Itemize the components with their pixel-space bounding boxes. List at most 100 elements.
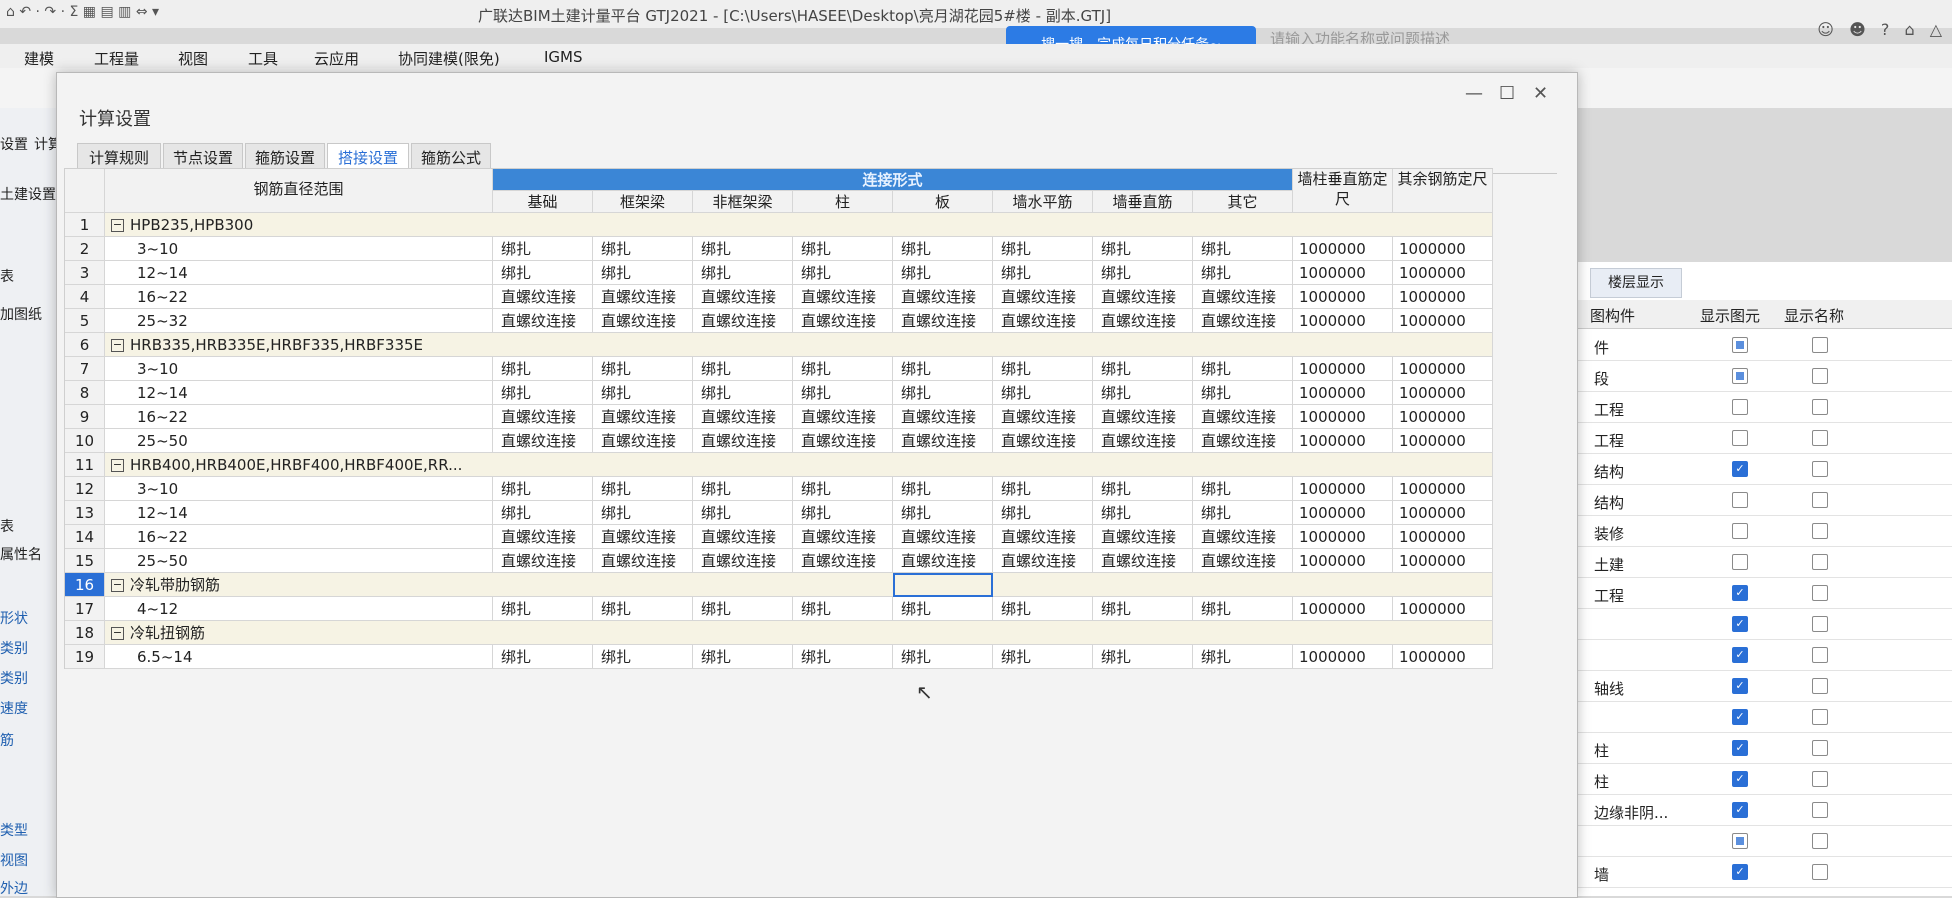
show-name-checkbox[interactable]	[1812, 368, 1828, 384]
menu-view[interactable]: 视图	[178, 48, 208, 69]
collapse-icon[interactable]: △	[1930, 20, 1942, 39]
connection-cell[interactable]: 绑扎	[793, 357, 893, 381]
left-label[interactable]: 加图纸	[0, 304, 42, 324]
show-name-checkbox[interactable]	[1812, 492, 1828, 508]
other-length-cell[interactable]: 1000000	[1393, 309, 1493, 333]
row-number[interactable]: 10	[65, 429, 105, 453]
layer-row[interactable]: 段	[1560, 361, 1952, 392]
connection-cell[interactable]: 绑扎	[793, 237, 893, 261]
connection-cell[interactable]: 直螺纹连接	[593, 549, 693, 573]
menu-quantity[interactable]: 工程量	[94, 48, 139, 69]
show-name-checkbox[interactable]	[1812, 864, 1828, 880]
row-number[interactable]: 8	[65, 381, 105, 405]
connection-cell[interactable]: 绑扎	[993, 237, 1093, 261]
connection-cell[interactable]: 直螺纹连接	[693, 549, 793, 573]
connection-cell[interactable]: 绑扎	[893, 477, 993, 501]
show-element-checkbox[interactable]	[1732, 554, 1748, 570]
row-number[interactable]: 17	[65, 597, 105, 621]
connection-cell[interactable]: 直螺纹连接	[893, 309, 993, 333]
layer-row[interactable]: 轴线 ✓	[1560, 671, 1952, 702]
layer-row[interactable]	[1560, 826, 1952, 857]
layer-row[interactable]: 墙 ✓	[1560, 857, 1952, 888]
connection-cell[interactable]: 直螺纹连接	[1093, 309, 1193, 333]
layer-row[interactable]: 结构	[1560, 485, 1952, 516]
selected-cell[interactable]	[893, 573, 993, 597]
connection-cell[interactable]: 绑扎	[493, 597, 593, 621]
connection-cell[interactable]: 直螺纹连接	[593, 525, 693, 549]
show-name-checkbox[interactable]	[1812, 771, 1828, 787]
connection-cell[interactable]: 直螺纹连接	[793, 405, 893, 429]
connection-cell[interactable]: 直螺纹连接	[1193, 525, 1293, 549]
connection-cell[interactable]: 直螺纹连接	[493, 549, 593, 573]
connection-cell[interactable]: 绑扎	[1093, 501, 1193, 525]
row-number[interactable]: 5	[65, 309, 105, 333]
connection-cell[interactable]: 绑扎	[493, 261, 593, 285]
row-number[interactable]: 14	[65, 525, 105, 549]
connection-cell[interactable]: 绑扎	[1193, 381, 1293, 405]
layer-row[interactable]: ✓	[1560, 702, 1952, 733]
other-length-cell[interactable]: 1000000	[1393, 501, 1493, 525]
show-element-checkbox[interactable]: ✓	[1732, 616, 1748, 632]
collapse-icon[interactable]: −	[111, 459, 124, 472]
show-element-checkbox[interactable]	[1732, 368, 1748, 384]
connection-cell[interactable]: 绑扎	[493, 501, 593, 525]
menu-igms[interactable]: IGMS	[544, 48, 583, 66]
show-element-checkbox[interactable]: ✓	[1732, 740, 1748, 756]
collapse-icon[interactable]: −	[111, 627, 124, 640]
other-length-cell[interactable]: 1000000	[1393, 285, 1493, 309]
layer-row[interactable]: 柱 ✓	[1560, 733, 1952, 764]
connection-cell[interactable]: 绑扎	[493, 357, 593, 381]
connection-cell[interactable]: 绑扎	[893, 237, 993, 261]
connection-cell[interactable]: 直螺纹连接	[1093, 285, 1193, 309]
wall-length-cell[interactable]: 1000000	[1293, 261, 1393, 285]
wall-length-cell[interactable]: 1000000	[1293, 381, 1393, 405]
connection-cell[interactable]: 绑扎	[1093, 381, 1193, 405]
connection-cell[interactable]: 直螺纹连接	[493, 309, 593, 333]
show-name-checkbox[interactable]	[1812, 399, 1828, 415]
connection-cell[interactable]: 直螺纹连接	[493, 285, 593, 309]
connection-cell[interactable]: 绑扎	[693, 357, 793, 381]
connection-cell[interactable]: 绑扎	[993, 477, 1093, 501]
connection-cell[interactable]: 绑扎	[993, 381, 1093, 405]
connection-cell[interactable]: 绑扎	[893, 645, 993, 669]
connection-cell[interactable]: 绑扎	[1193, 237, 1293, 261]
row-number[interactable]: 19	[65, 645, 105, 669]
skin-icon[interactable]: ⌂	[1904, 20, 1914, 39]
layer-row[interactable]: 柱 ✓	[1560, 764, 1952, 795]
connection-cell[interactable]: 直螺纹连接	[1093, 549, 1193, 573]
show-element-checkbox[interactable]: ✓	[1732, 802, 1748, 818]
other-length-cell[interactable]: 1000000	[1393, 381, 1493, 405]
connection-cell[interactable]: 绑扎	[493, 477, 593, 501]
left-label[interactable]: 表	[0, 266, 14, 286]
layer-row[interactable]: 工程 ✓	[1560, 578, 1952, 609]
layer-row[interactable]: 边缘非阴... ✓	[1560, 795, 1952, 826]
show-name-checkbox[interactable]	[1812, 554, 1828, 570]
wall-length-cell[interactable]: 1000000	[1293, 309, 1393, 333]
show-element-checkbox[interactable]: ✓	[1732, 678, 1748, 694]
wall-length-cell[interactable]: 1000000	[1293, 597, 1393, 621]
show-name-checkbox[interactable]	[1812, 337, 1828, 353]
face-icon[interactable]: ☻	[1849, 20, 1866, 39]
row-number[interactable]: 1	[65, 213, 105, 237]
connection-cell[interactable]: 绑扎	[793, 261, 893, 285]
connection-cell[interactable]: 直螺纹连接	[993, 309, 1093, 333]
other-length-cell[interactable]: 1000000	[1393, 429, 1493, 453]
connection-cell[interactable]: 绑扎	[493, 645, 593, 669]
left-label[interactable]: 表	[0, 516, 14, 536]
connection-cell[interactable]: 直螺纹连接	[793, 549, 893, 573]
connection-cell[interactable]: 直螺纹连接	[793, 525, 893, 549]
wall-length-cell[interactable]: 1000000	[1293, 549, 1393, 573]
wall-length-cell[interactable]: 1000000	[1293, 237, 1393, 261]
connection-cell[interactable]: 绑扎	[693, 597, 793, 621]
connection-cell[interactable]: 绑扎	[793, 501, 893, 525]
show-element-checkbox[interactable]: ✓	[1732, 647, 1748, 663]
other-length-cell[interactable]: 1000000	[1393, 477, 1493, 501]
connection-cell[interactable]: 直螺纹连接	[793, 429, 893, 453]
layer-row[interactable]: 工程	[1560, 423, 1952, 454]
connection-cell[interactable]: 绑扎	[593, 501, 693, 525]
connection-cell[interactable]: 直螺纹连接	[993, 429, 1093, 453]
connection-cell[interactable]: 绑扎	[993, 597, 1093, 621]
connection-cell[interactable]: 绑扎	[993, 501, 1093, 525]
connection-cell[interactable]: 绑扎	[693, 237, 793, 261]
connection-cell[interactable]: 绑扎	[593, 261, 693, 285]
